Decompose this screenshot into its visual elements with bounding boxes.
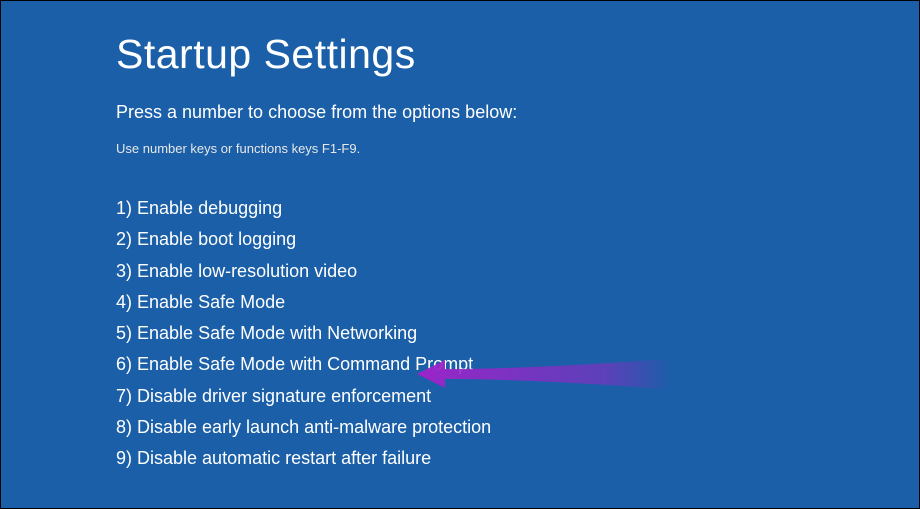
options-list: 1) Enable debugging 2) Enable boot loggi…	[116, 196, 919, 471]
option-2[interactable]: 2) Enable boot logging	[116, 227, 919, 251]
option-5[interactable]: 5) Enable Safe Mode with Networking	[116, 321, 919, 345]
option-1[interactable]: 1) Enable debugging	[116, 196, 919, 220]
option-6[interactable]: 6) Enable Safe Mode with Command Prompt	[116, 352, 919, 376]
option-9[interactable]: 9) Disable automatic restart after failu…	[116, 446, 919, 470]
option-7[interactable]: 7) Disable driver signature enforcement	[116, 384, 919, 408]
subtitle: Press a number to choose from the option…	[116, 102, 919, 123]
startup-settings-screen: Startup Settings Press a number to choos…	[1, 1, 919, 471]
hint-text: Use number keys or functions keys F1-F9.	[116, 141, 919, 156]
option-4[interactable]: 4) Enable Safe Mode	[116, 290, 919, 314]
option-3[interactable]: 3) Enable low-resolution video	[116, 259, 919, 283]
option-8[interactable]: 8) Disable early launch anti-malware pro…	[116, 415, 919, 439]
page-title: Startup Settings	[116, 31, 919, 78]
